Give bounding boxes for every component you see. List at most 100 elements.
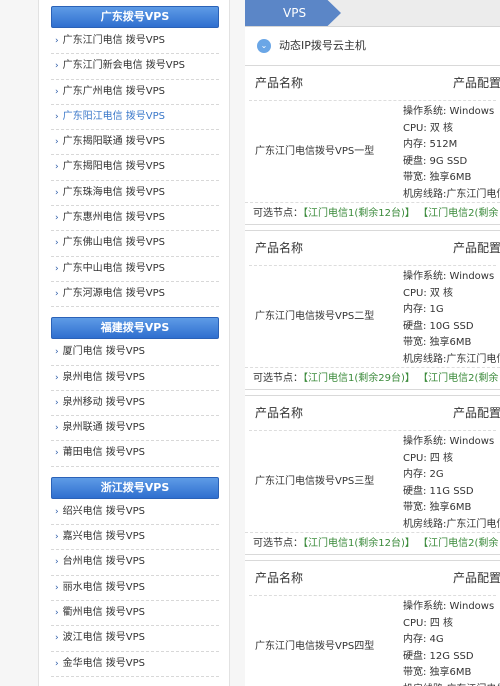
spec-line: CPU: 双 核 bbox=[403, 122, 454, 134]
header-product-config: 产品配置 bbox=[453, 571, 500, 585]
main-content: VPS ⌄ 动态IP拨号云主机 产品名称 产品配置 广东江门电信拨号VPS一型 操作系… bbox=[245, 0, 500, 686]
spec-line: 机房线路:广东江门电信 bbox=[403, 682, 500, 686]
section-header[interactable]: ⌄ 动态IP拨号云主机 bbox=[245, 27, 500, 66]
sidebar-item-label: 金华电信 拨号VPS bbox=[62, 657, 146, 669]
sidebar-item-label: 广东河源电信 拨号VPS bbox=[62, 287, 166, 299]
nodes-label: 可选节点： bbox=[253, 373, 303, 384]
chevron-right-icon: › bbox=[55, 86, 59, 97]
product-name: 广东江门电信拨号VPS四型 bbox=[255, 641, 375, 652]
product-card: 产品名称 产品配置 广东江门电信拨号VPS二型 操作系统: Windows CPU: 双… bbox=[245, 230, 500, 390]
product-specs: 操作系统: Windows CPU: 双 核内存: 1G 硬盘: 10G SSD 带宽… bbox=[403, 269, 500, 368]
category-block: 福建拨号VPS › 厦门电信 拨号VPS › 泉州电信 拨号VPS › 泉州移动 拨号VPS… bbox=[39, 317, 229, 470]
product-header: 产品名称 产品配置 bbox=[249, 231, 500, 266]
node-link[interactable]: 【江门电信1(剩余12台)】 bbox=[303, 208, 415, 219]
spec-line: 机房线路:广东江门电信 bbox=[403, 353, 500, 365]
tab-vps[interactable]: VPS bbox=[245, 0, 341, 26]
sidebar-item-label: 广东中山电信 拨号VPS bbox=[62, 262, 166, 274]
sidebar-item-label: 泉州电信 拨号VPS bbox=[62, 371, 146, 383]
chevron-right-icon: › bbox=[55, 162, 59, 173]
node-link[interactable]: 【江门电信2(剩余 bbox=[418, 373, 498, 384]
sidebar-item-label: 泉州移动 拨号VPS bbox=[62, 396, 146, 408]
sidebar-item[interactable]: › 莆田电信 拨号VPS bbox=[51, 441, 219, 467]
sidebar-item[interactable]: › 广东河源电信 拨号VPS bbox=[51, 282, 219, 308]
chevron-right-icon: › bbox=[55, 506, 59, 517]
chevron-right-icon: › bbox=[55, 397, 59, 408]
product-specs: 操作系统: Windows CPU: 四 核内存: 4G 硬盘: 12G SSD 带宽… bbox=[403, 599, 500, 686]
header-product-config: 产品配置 bbox=[453, 241, 500, 255]
chevron-right-icon: › bbox=[55, 658, 59, 669]
category-title[interactable]: 浙江拨号VPS bbox=[51, 476, 219, 499]
sidebar-item-label: 广东揭阳联通 拨号VPS bbox=[62, 136, 166, 148]
sidebar-item-label: 衢州电信 拨号VPS bbox=[62, 606, 146, 618]
sidebar-item[interactable]: › 广东江门新会电信 拨号VPS bbox=[51, 54, 219, 80]
sidebar-item[interactable]: › 广东珠海电信 拨号VPS bbox=[51, 181, 219, 207]
product-name: 广东江门电信拨号VPS三型 bbox=[255, 476, 375, 487]
sidebar-item[interactable]: › 广东阳江电信 拨号VPS bbox=[51, 105, 219, 131]
spec-line: 带宽: 独享6MB bbox=[403, 667, 472, 678]
sidebar-item-label: 泉州联通 拨号VPS bbox=[62, 422, 146, 434]
spec-line: 操作系统: Windows bbox=[403, 436, 495, 447]
sidebar-item[interactable]: › 广东揭阳联通 拨号VPS bbox=[51, 130, 219, 156]
spec-line: 机房线路:广东江门电信 bbox=[403, 518, 500, 530]
nodes-label: 可选节点： bbox=[253, 208, 303, 219]
sidebar-item[interactable]: › 泉州电信 拨号VPS bbox=[51, 366, 219, 391]
chevron-right-icon: › bbox=[55, 423, 59, 434]
spec-line: 操作系统: Windows bbox=[403, 106, 495, 117]
sidebar-item[interactable]: › 广东江门电信 拨号VPS bbox=[51, 29, 219, 55]
sidebar-item[interactable]: › 波江电信 拨号VPS bbox=[51, 626, 219, 652]
product-card: 产品名称 产品配置广东江门电信拨号VPS四型 操作系统: Windows CPU: 四… bbox=[245, 560, 500, 686]
spec-line: 硬盘: 9G SSD bbox=[403, 155, 468, 167]
header-product-name: 产品名称 bbox=[255, 406, 304, 420]
product-card: 产品名称 产品配置 广东江门电信拨号VPS一型 操作系统: Windows CPU: 双… bbox=[245, 65, 500, 225]
sidebar-item[interactable]: › 丽水电信 拨号VPS bbox=[51, 576, 219, 601]
product-header: 产品名称 产品配置 bbox=[249, 561, 500, 596]
sidebar-item[interactable]: › 台州电信 拨号VPS bbox=[51, 550, 219, 576]
spec-line: 内存: 512M bbox=[403, 139, 458, 150]
product-card: 产品名称 产品配置 广东江门电信拨号VPS三型 操作系统: Windows CPU: 四… bbox=[245, 395, 500, 555]
sidebar-item[interactable]: › 泉州移动 拨号VPS bbox=[51, 391, 219, 417]
sidebar-item-label: 厦门电信 拨号VPS bbox=[62, 346, 146, 358]
node-row: 可选节点：【江门电信1(剩余12台)】 【江门电信2(剩余 bbox=[245, 532, 500, 555]
sidebar-item-label: 广东阳江电信 拨号VPS bbox=[62, 110, 166, 122]
spec-line: CPU: 四 核 bbox=[403, 452, 454, 464]
nodes-label: 可选节点： bbox=[253, 538, 303, 549]
sidebar-item-label: 广东江门新会电信 拨号VPS bbox=[62, 60, 186, 72]
spec-line: 带宽: 独享6MB bbox=[403, 172, 472, 183]
category-block: 浙江拨号VPS › 绍兴电信 拨号VPS › 嘉兴电信 拨号VPS › 台州电信 拨号VPS… bbox=[39, 476, 229, 681]
sidebar-item[interactable]: › 泉州联通 拨号VPS bbox=[51, 416, 219, 442]
sidebar-item[interactable]: › 广东揭阳电信 拨号VPS bbox=[51, 155, 219, 181]
sidebar-item[interactable]: › 厦门电信 拨号VPS bbox=[51, 340, 219, 366]
sidebar-item-label: 台州电信 拨号VPS bbox=[62, 556, 146, 568]
chevron-right-icon: › bbox=[55, 263, 59, 274]
sidebar: 广东拨号VPS › 广东江门电信 拨号VPS › 广东江门新会电信 拨号VPS › 广东广州… bbox=[38, 0, 230, 686]
chevron-right-icon: › bbox=[55, 582, 59, 593]
sidebar-item[interactable]: › 金华电信 拨号VPS bbox=[51, 652, 219, 677]
chevron-right-icon: › bbox=[55, 532, 59, 543]
node-link[interactable]: 【江门电信1(剩余29台)】 bbox=[303, 373, 415, 384]
sidebar-item-label: 广东佛山电信 拨号VPS bbox=[62, 237, 166, 249]
sidebar-item[interactable]: › 广东中山电信 拨号VPS bbox=[51, 257, 219, 282]
chevron-right-icon: › bbox=[55, 607, 59, 618]
sidebar-item[interactable]: › 绍兴电信 拨号VPS bbox=[51, 500, 219, 526]
chevron-down-icon[interactable]: ⌄ bbox=[257, 39, 271, 53]
node-link[interactable]: 【江门电信2(剩余 bbox=[418, 538, 498, 549]
category-title[interactable]: 福建拨号VPS bbox=[51, 317, 219, 340]
product-specs: 操作系统: Windows CPU: 四 核内存: 2G 硬盘: 11G SSD 带宽… bbox=[403, 434, 500, 533]
sidebar-item[interactable]: › 广东惠州电信 拨号VPS bbox=[51, 206, 219, 232]
spec-line: 操作系统: Windows bbox=[403, 271, 495, 282]
chevron-right-icon: › bbox=[55, 557, 59, 568]
product-header: 产品名称 产品配置 bbox=[249, 66, 500, 101]
chevron-right-icon: › bbox=[55, 61, 59, 72]
node-link[interactable]: 【江门电信2(剩余 bbox=[418, 208, 498, 219]
sidebar-item[interactable]: › 衢州电信 拨号VPS bbox=[51, 601, 219, 627]
spec-line: 内存: 2G bbox=[403, 469, 444, 480]
sidebar-item[interactable]: › 广东广州电信 拨号VPS bbox=[51, 80, 219, 105]
sidebar-item-label: 嘉兴电信 拨号VPS bbox=[62, 531, 146, 543]
sidebar-item[interactable]: › 嘉兴电信 拨号VPS bbox=[51, 525, 219, 551]
chevron-right-icon: › bbox=[55, 187, 59, 198]
sidebar-item[interactable]: › 广东佛山电信 拨号VPS bbox=[51, 231, 219, 257]
product-specs: 操作系统: Windows CPU: 双 核内存: 512M 硬盘: 9G SSD 带… bbox=[403, 104, 500, 203]
spec-line: CPU: 四 核 bbox=[403, 617, 454, 629]
category-title[interactable]: 广东拨号VPS bbox=[51, 6, 219, 28]
node-link[interactable]: 【江门电信1(剩余12台)】 bbox=[303, 538, 415, 549]
